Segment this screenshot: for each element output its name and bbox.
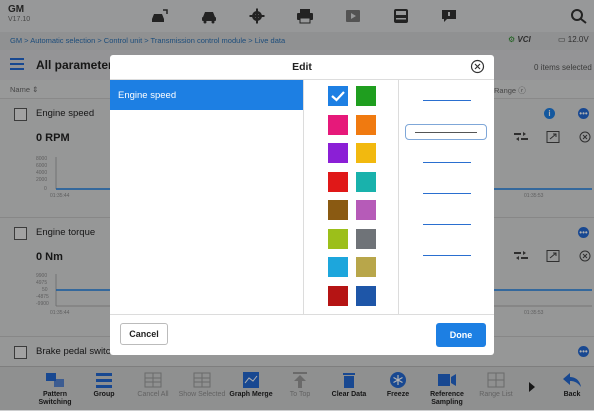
color-swatch[interactable] [356,200,376,220]
color-swatch[interactable] [328,114,348,135]
line-sample [423,193,471,194]
color-swatch[interactable] [356,285,376,306]
done-button[interactable]: Done [436,323,486,347]
cancel-button[interactable]: Cancel [120,323,168,345]
color-swatch[interactable] [356,171,376,192]
color-palette [304,80,399,314]
color-swatch[interactable] [356,86,376,106]
color-swatch[interactable] [328,228,348,249]
line-sample [423,255,471,256]
color-swatch[interactable] [356,228,376,249]
color-swatch[interactable] [356,114,376,135]
color-swatch[interactable] [328,285,348,306]
color-swatch[interactable] [356,143,376,163]
line-style-option[interactable] [415,186,479,200]
color-swatch[interactable] [356,257,376,277]
line-style-list [399,80,494,314]
parameter-list-item[interactable]: Engine speed [110,80,303,110]
line-sample [423,224,471,225]
edit-dialog: Edit Engine speed Cancel Done [110,55,494,355]
color-swatch[interactable] [328,143,348,163]
color-swatch[interactable] [328,200,348,220]
dialog-footer: Cancel Done [110,314,494,355]
dialog-header: Edit [110,55,494,80]
parameter-list-label: Engine speed [118,90,177,101]
line-style-option[interactable] [415,217,479,231]
color-swatch[interactable] [328,257,348,277]
check-icon [331,91,345,102]
color-swatch-selected[interactable] [328,86,348,106]
dialog-title: Edit [292,61,312,73]
line-sample [423,100,471,101]
line-style-option-selected[interactable] [405,124,487,140]
color-swatch[interactable] [328,171,348,192]
line-sample [423,162,471,163]
parameter-list: Engine speed [110,80,304,314]
line-style-option[interactable] [415,248,479,262]
line-style-option[interactable] [415,93,479,107]
line-sample [415,132,477,133]
close-dialog-icon[interactable] [470,59,485,74]
line-style-option[interactable] [415,155,479,169]
